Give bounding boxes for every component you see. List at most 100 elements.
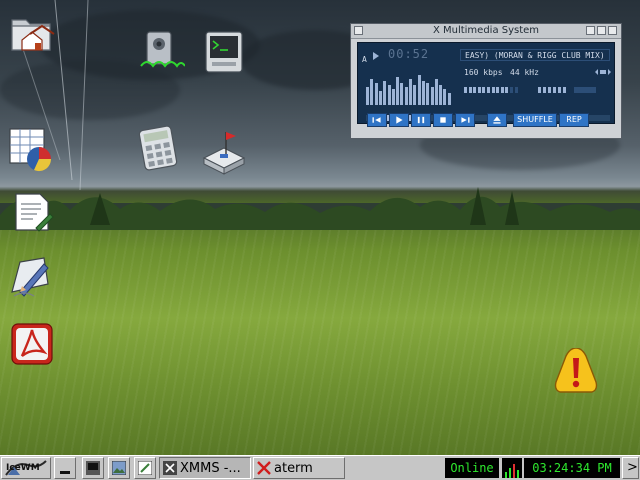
volume-segment <box>496 87 500 93</box>
repeat-button[interactable]: REP <box>559 113 589 127</box>
taskbar: IceWM XMMS -... aterm Online 03:24:34 PM… <box>0 455 640 480</box>
xmms-titlebar[interactable]: X Multimedia System <box>351 24 621 39</box>
previous-button[interactable] <box>367 113 387 127</box>
spectrum-bar <box>430 87 434 105</box>
network-status: Online <box>445 458 499 478</box>
volume-segment <box>500 87 504 93</box>
balance-segment <box>548 87 551 93</box>
xmms-task-icon <box>163 461 177 475</box>
spectrum-bar <box>417 75 421 105</box>
quicklaunch-terminal[interactable] <box>82 457 104 479</box>
spectrum-bar <box>387 85 391 105</box>
image-viewer-icon <box>112 461 126 475</box>
volume-segment <box>482 87 486 93</box>
treeline <box>0 187 640 230</box>
quicklaunch-editor[interactable] <box>134 457 156 479</box>
spectrum-bar <box>409 79 412 105</box>
volume-segment <box>487 87 490 93</box>
draw-tool-icon[interactable] <box>6 252 54 300</box>
home-folder-icon[interactable] <box>8 8 56 56</box>
minimize-all-icon <box>60 471 70 474</box>
volume-segment <box>464 87 467 93</box>
stereo-icon <box>595 69 611 75</box>
task-aterm[interactable]: aterm <box>253 457 345 479</box>
spectrum-bar <box>434 79 438 105</box>
volume-segment <box>468 87 472 93</box>
spectrum-bar <box>421 81 425 105</box>
spectrum-bar <box>370 79 374 105</box>
xmms-indicator-letter: A <box>362 55 367 64</box>
taskbar-expand-button[interactable]: > <box>622 457 639 479</box>
spectrum-bar <box>439 85 443 105</box>
terminal-icon[interactable] <box>200 28 248 76</box>
start-button[interactable]: IceWM <box>1 457 51 479</box>
volume-segment <box>491 87 495 93</box>
task-xmms[interactable]: XMMS -... <box>159 457 251 479</box>
grass-texture <box>0 230 640 455</box>
balance-segment <box>553 87 556 93</box>
desktop[interactable]: X Multimedia System A 00:52 EASY) (MORAN… <box>0 0 640 455</box>
play-button[interactable] <box>389 113 409 127</box>
spectrum-bar <box>413 85 417 105</box>
next-button[interactable] <box>455 113 475 127</box>
track-title: EASY) (MORAN & RIGG CLUB MIX) <box>465 51 605 60</box>
spectrum-visualizer <box>366 69 456 105</box>
task-xmms-label: XMMS -... <box>180 461 241 476</box>
show-desktop-button[interactable] <box>54 457 76 479</box>
taskbar-expand-label: > <box>627 460 638 475</box>
network-switch-icon[interactable] <box>200 128 248 176</box>
xmms-display: A 00:52 EASY) (MORAN & RIGG CLUB MIX) 16… <box>357 42 615 124</box>
stop-button[interactable] <box>433 113 453 127</box>
equalizer-toggle[interactable] <box>574 87 596 93</box>
balance-segment <box>563 87 566 93</box>
track-title-box: EASY) (MORAN & RIGG CLUB MIX) <box>460 49 610 61</box>
volume-segment <box>473 87 477 93</box>
xmms-minimize-button[interactable] <box>586 26 595 35</box>
spectrum-bar <box>396 77 400 105</box>
volume-segment <box>477 87 481 93</box>
balance-segment <box>538 87 541 93</box>
x-logo-icon <box>257 461 271 475</box>
calculator-icon[interactable] <box>136 124 184 172</box>
start-label: IceWM <box>6 463 40 473</box>
text-editor-icon[interactable] <box>8 188 56 236</box>
spectrum-bar <box>443 89 447 105</box>
play-state-icon <box>373 52 379 60</box>
spectrum-bar <box>366 87 369 105</box>
pause-button[interactable] <box>411 113 431 127</box>
spectrum-bar <box>447 93 451 105</box>
spectrum-bar <box>400 83 404 105</box>
balance-segment <box>558 87 561 93</box>
xmms-close-button[interactable] <box>608 26 617 35</box>
volume-slider[interactable] <box>464 87 520 93</box>
task-aterm-label: aterm <box>274 461 313 476</box>
balance-segment <box>543 87 546 93</box>
editor-icon <box>138 461 152 475</box>
volume-segment <box>510 87 513 93</box>
samplerate: 44 kHz <box>510 68 539 77</box>
spectrum-bar <box>374 83 378 105</box>
spectrum-bar <box>383 81 387 105</box>
spectrum-bar <box>378 91 382 105</box>
spreadsheet-chart-icon[interactable] <box>6 125 54 173</box>
xmms-menu-button[interactable] <box>354 26 363 35</box>
clock: 03:24:34 PM <box>524 458 620 478</box>
xmms-shade-button[interactable] <box>597 26 606 35</box>
quicklaunch-image-viewer[interactable] <box>108 457 130 479</box>
warning-icon[interactable] <box>552 348 600 396</box>
xmms-elapsed-time: 00:52 <box>388 47 430 61</box>
cpu-monitor-icon <box>502 458 522 478</box>
shuffle-button[interactable]: SHUFFLE <box>513 113 557 127</box>
bitrate: 160 kbps <box>464 68 503 77</box>
spectrum-bar <box>426 83 430 105</box>
sound-speaker-icon[interactable] <box>137 26 185 74</box>
volume-segment <box>505 87 509 93</box>
balance-slider[interactable] <box>538 87 568 93</box>
pdf-reader-icon[interactable] <box>8 320 56 368</box>
terminal-icon <box>86 461 100 475</box>
xmms-window[interactable]: X Multimedia System A 00:52 EASY) (MORAN… <box>350 23 622 139</box>
xmms-title: X Multimedia System <box>432 25 540 36</box>
eject-button[interactable] <box>487 113 507 127</box>
volume-segment <box>514 87 518 93</box>
spectrum-bar <box>404 87 408 105</box>
